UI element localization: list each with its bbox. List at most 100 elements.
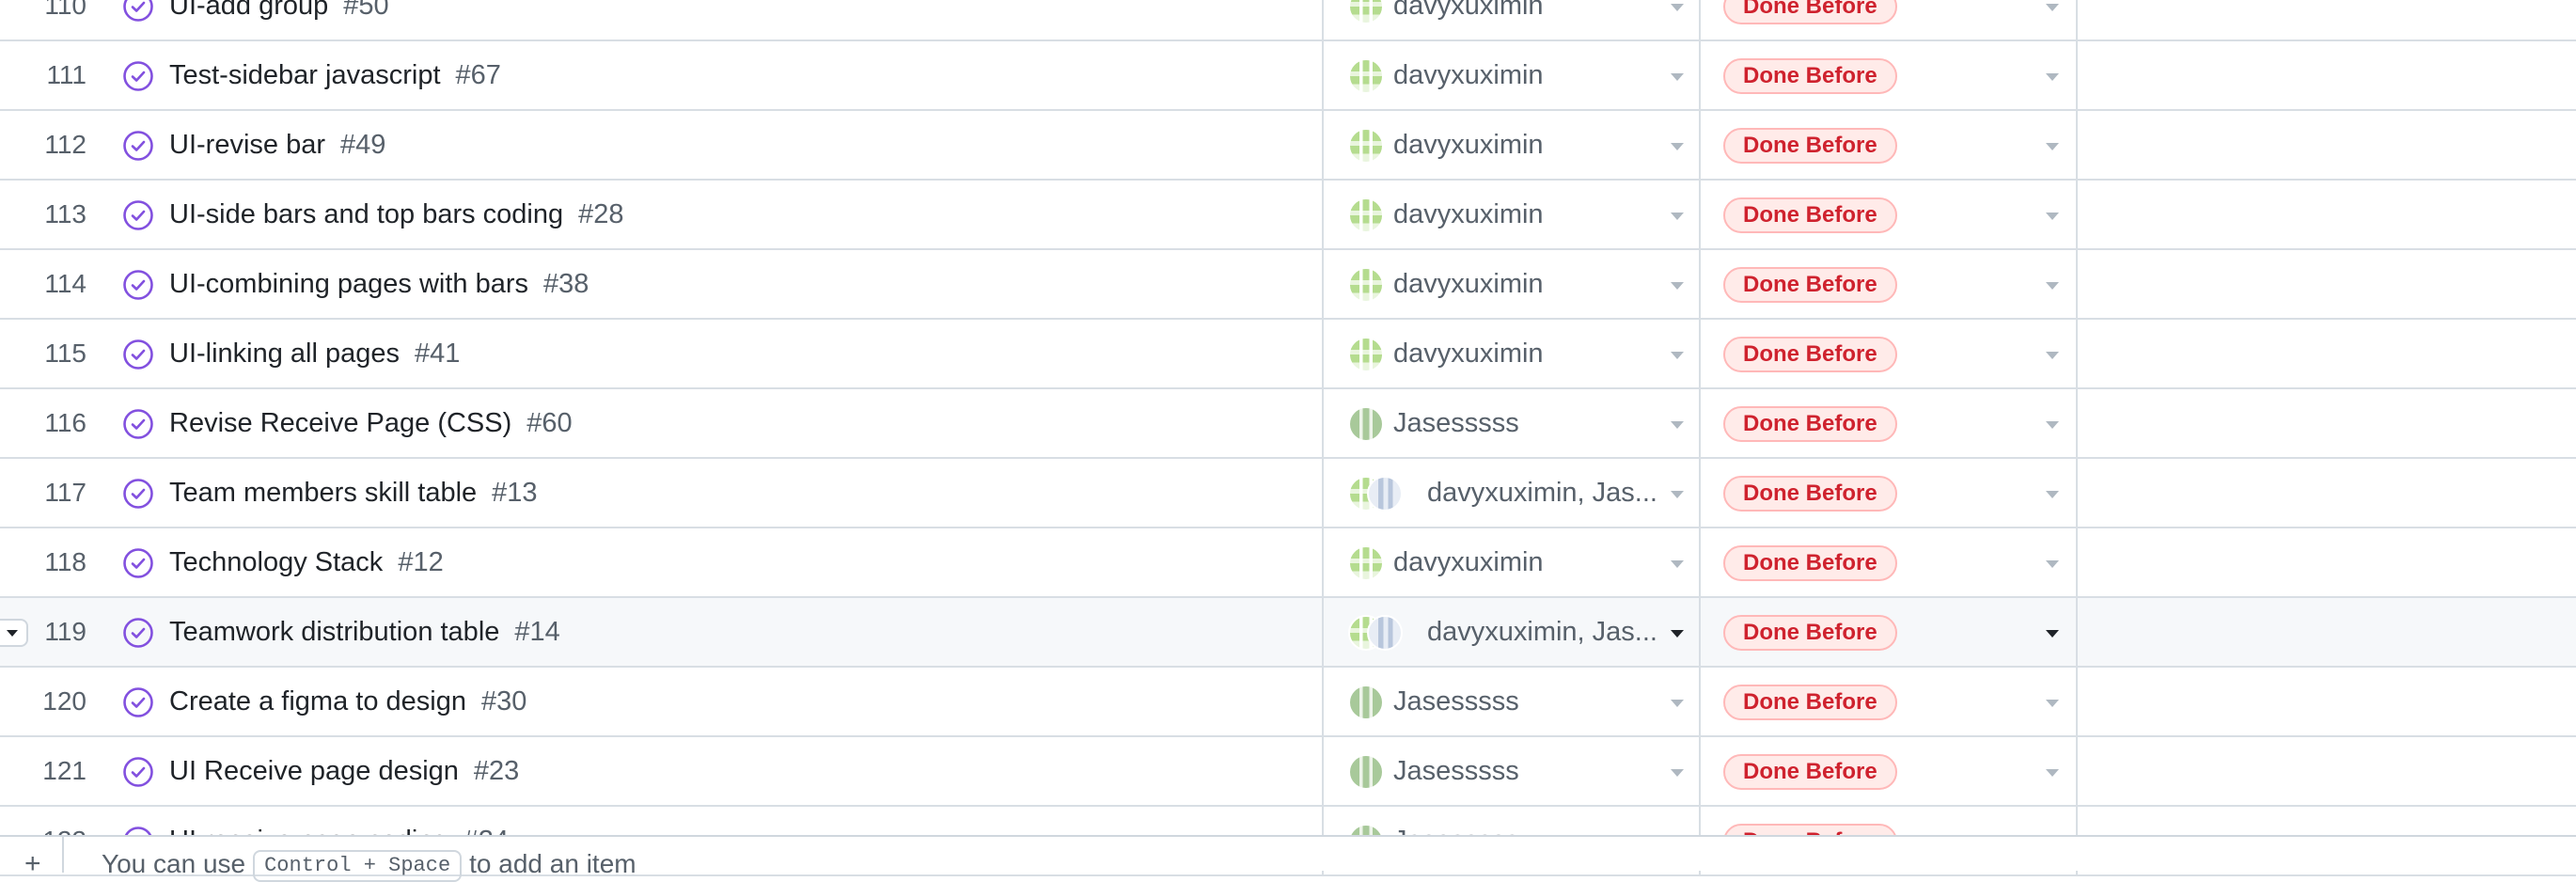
issue-title-link[interactable]: Technology Stack: [169, 528, 383, 596]
chevron-down-icon[interactable]: [1671, 491, 1684, 498]
assignee-name: Jasesssss: [1393, 686, 1519, 717]
issue-title-link[interactable]: UI-side bars and top bars coding: [169, 181, 563, 248]
status-badge: Done Before: [1723, 754, 1897, 790]
title-cell[interactable]: 116 Revise Receive Page (CSS) #60: [0, 389, 1324, 457]
status-badge: Done Before: [1723, 337, 1897, 372]
chevron-down-icon[interactable]: [2046, 491, 2059, 498]
chevron-down-icon[interactable]: [1671, 282, 1684, 290]
avatar: [1348, 754, 1384, 790]
add-item-button[interactable]: +: [0, 837, 64, 878]
title-cell[interactable]: 121 UI Receive page design #23: [0, 737, 1324, 805]
chevron-down-icon[interactable]: [2046, 4, 2059, 11]
chevron-down-icon[interactable]: [1671, 560, 1684, 568]
empty-field-cell[interactable]: [2078, 528, 2576, 596]
chevron-down-icon[interactable]: [1671, 352, 1684, 359]
table-row[interactable]: 113 UI-side bars and top bars coding #28 da…: [0, 181, 2576, 250]
empty-field-cell[interactable]: [2078, 389, 2576, 457]
chevron-down-icon[interactable]: [1671, 421, 1684, 429]
empty-field-cell[interactable]: [2078, 598, 2576, 666]
chevron-down-icon[interactable]: [1671, 213, 1684, 220]
issue-number: #60: [526, 408, 573, 438]
issue-title-link[interactable]: Create a figma to design: [169, 668, 466, 735]
title-cell[interactable]: 110 UI-add group #50: [0, 0, 1324, 39]
chevron-down-icon[interactable]: [1671, 700, 1684, 707]
table-row[interactable]: 118 Technology Stack #12 davyxuximin Done Be…: [0, 528, 2576, 598]
title-cell[interactable]: 119 Teamwork distribution table #14: [0, 598, 1324, 666]
assignee-name: davyxuximin: [1393, 130, 1544, 160]
assignee-name: davyxuximin, Jas...: [1427, 478, 1657, 508]
empty-field-cell[interactable]: [2078, 41, 2576, 109]
table-row[interactable]: 111 Test-sidebar javascript #67 davyxuximin…: [0, 41, 2576, 111]
issue-number: #14: [514, 617, 560, 647]
table-row[interactable]: 116 Revise Receive Page (CSS) #60 Jasesssss…: [0, 389, 2576, 459]
chevron-down-icon[interactable]: [1671, 769, 1684, 777]
issue-title-link[interactable]: UI Receive page design: [169, 737, 459, 805]
table-row[interactable]: 117 Team members skill table #13 davyxuximi…: [0, 459, 2576, 528]
table-row[interactable]: 110 UI-add group #50 davyxuximin Done Before: [0, 0, 2576, 41]
table-row[interactable]: 114 UI-combining pages with bars #38 davyxu…: [0, 250, 2576, 320]
empty-field-cell[interactable]: [2078, 737, 2576, 805]
issue-title-link[interactable]: Revise Receive Page (CSS): [169, 389, 511, 457]
chevron-down-icon[interactable]: [2046, 421, 2059, 429]
add-item-footer: + You can use Control + Space to add an it…: [0, 835, 2576, 882]
issue-number: #30: [480, 686, 527, 717]
empty-field-cell[interactable]: [2078, 668, 2576, 735]
chevron-down-icon[interactable]: [1671, 630, 1684, 638]
chevron-down-icon[interactable]: [1671, 143, 1684, 150]
chevron-down-icon[interactable]: [2046, 282, 2059, 290]
status-badge: Done Before: [1723, 58, 1897, 94]
row-number: 116: [44, 408, 86, 437]
chevron-down-icon[interactable]: [2046, 213, 2059, 220]
issue-title-link[interactable]: Test-sidebar javascript: [169, 41, 441, 109]
empty-field-cell[interactable]: [2078, 250, 2576, 318]
issue-title-link[interactable]: UI-add group: [169, 0, 328, 39]
assignee-name: davyxuximin: [1393, 199, 1544, 229]
title-cell[interactable]: 112 UI-revise bar #49: [0, 111, 1324, 179]
title-cell[interactable]: 120 Create a figma to design #30: [0, 668, 1324, 735]
status-badge: Done Before: [1723, 128, 1897, 164]
assignee-avatars: [1348, 476, 1423, 512]
row-number: 114: [44, 269, 86, 298]
status-badge: Done Before: [1723, 476, 1897, 512]
table-row[interactable]: 121 UI Receive page design #23 Jasesssss Don…: [0, 737, 2576, 807]
issue-title-link[interactable]: UI-combining pages with bars: [169, 250, 528, 318]
chevron-down-icon[interactable]: [2046, 352, 2059, 359]
title-cell[interactable]: 113 UI-side bars and top bars coding #28: [0, 181, 1324, 248]
issue-number: #38: [543, 269, 589, 299]
issue-title-link[interactable]: Team members skill table: [169, 459, 477, 527]
avatar: [1348, 685, 1384, 720]
status-badge: Done Before: [1723, 615, 1897, 651]
issue-title-link[interactable]: UI-linking all pages: [169, 320, 400, 387]
empty-field-cell[interactable]: [2078, 459, 2576, 527]
title-cell[interactable]: 115 UI-linking all pages #41: [0, 320, 1324, 387]
table-row[interactable]: 112 UI-revise bar #49 davyxuximin Done Befor…: [0, 111, 2576, 181]
chevron-down-icon[interactable]: [1671, 73, 1684, 81]
issue-closed-icon: [123, 479, 153, 509]
chevron-down-icon[interactable]: [2046, 630, 2059, 638]
empty-field-cell[interactable]: [2078, 111, 2576, 179]
title-cell[interactable]: 117 Team members skill table #13: [0, 459, 1324, 527]
issue-title-link[interactable]: Teamwork distribution table: [169, 598, 499, 666]
chevron-down-icon[interactable]: [2046, 700, 2059, 707]
table-row[interactable]: 119 Teamwork distribution table #14 davyxux…: [0, 598, 2576, 668]
chevron-down-icon[interactable]: [1671, 4, 1684, 11]
issue-number: #28: [578, 199, 624, 229]
assignee-name: davyxuximin: [1393, 0, 1544, 21]
empty-field-cell[interactable]: [2078, 0, 2576, 39]
empty-field-cell[interactable]: [2078, 320, 2576, 387]
avatar: [1348, 545, 1384, 581]
chevron-down-icon[interactable]: [2046, 73, 2059, 81]
issue-title-link[interactable]: UI-revise bar: [169, 111, 325, 179]
table-row[interactable]: 115 UI-linking all pages #41 davyxuximin Don…: [0, 320, 2576, 389]
chevron-down-icon[interactable]: [2046, 560, 2059, 568]
title-cell[interactable]: 114 UI-combining pages with bars #38: [0, 250, 1324, 318]
add-item-hint: You can use Control + Space to add an item: [102, 850, 636, 882]
chevron-down-icon[interactable]: [2046, 143, 2059, 150]
title-cell[interactable]: 111 Test-sidebar javascript #67: [0, 41, 1324, 109]
table-row[interactable]: 120 Create a figma to design #30 Jasesssss D…: [0, 668, 2576, 737]
chevron-down-icon[interactable]: [2046, 769, 2059, 777]
issue-number: #13: [492, 478, 538, 508]
avatar: [1367, 476, 1403, 512]
title-cell[interactable]: 118 Technology Stack #12: [0, 528, 1324, 596]
empty-field-cell[interactable]: [2078, 181, 2576, 248]
